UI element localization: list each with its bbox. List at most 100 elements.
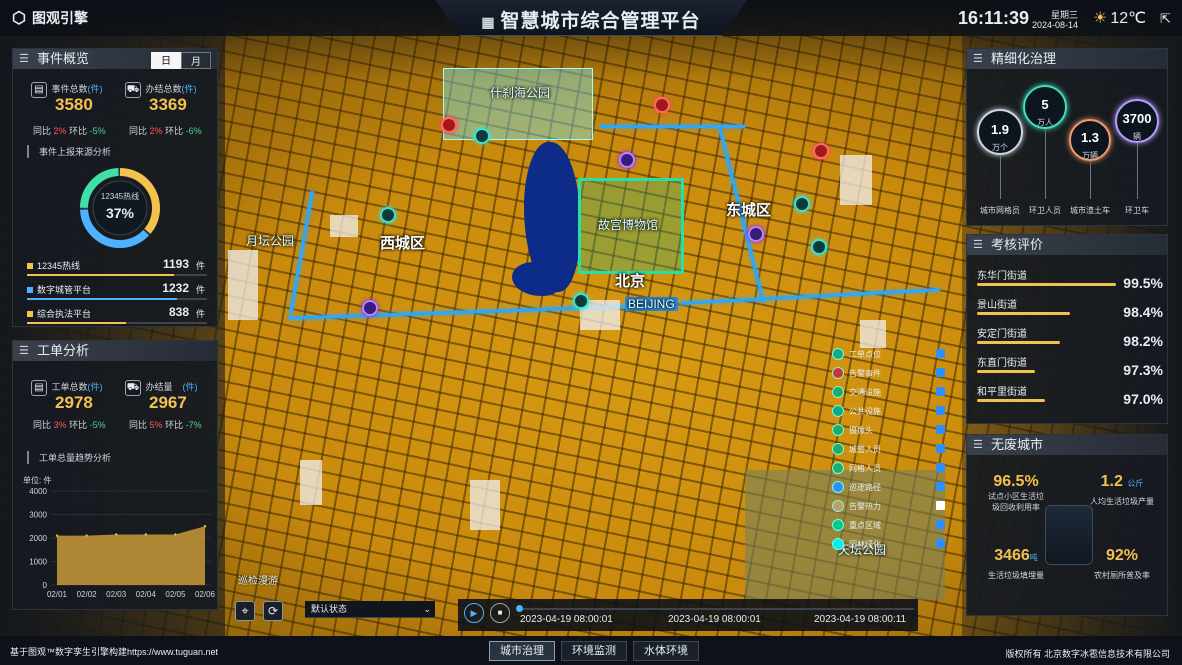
car-icon: ⛟ — [125, 82, 141, 98]
alarm-marker[interactable] — [441, 117, 457, 133]
stat-landfill: 3466吨 生活垃圾填埋量 — [975, 547, 1057, 581]
map-marker[interactable] — [811, 239, 827, 255]
state-select[interactable]: 默认状态 ⌄ — [305, 601, 435, 618]
per-capita-unit: 公斤 — [1127, 479, 1144, 488]
map-marker[interactable] — [474, 128, 490, 144]
assessment-title: 考核评价 — [991, 237, 1044, 252]
zerowaste-panel: 无废城市 96.5% 试点小区生活垃 圾回收利用率 1.2 公斤 人均生活垃圾产… — [966, 434, 1168, 616]
play-button[interactable]: ▶ — [464, 603, 484, 623]
date: 2024-08-14 — [1032, 20, 1079, 30]
layer-checkbox[interactable] — [936, 349, 945, 358]
layer-checkbox[interactable] — [936, 425, 945, 434]
layer-checkbox[interactable] — [936, 387, 945, 396]
crosshair-icon: ⌖ — [241, 603, 249, 618]
layer-item[interactable]: 告警事件 — [832, 367, 881, 379]
events-tabs: 日 月 — [151, 52, 211, 69]
patrol-label[interactable]: 巡检漫游 — [238, 572, 278, 587]
map-label-yuetan: 月坛公园 — [246, 234, 295, 248]
map-marker[interactable] — [573, 293, 589, 309]
events-total-label: 事件总数 — [51, 84, 88, 94]
x-tick-label: 02/06 — [195, 590, 215, 599]
layer-checkbox[interactable] — [936, 482, 945, 491]
layer-label: 工单点位 — [849, 349, 881, 359]
tab-environment[interactable]: 环境监测 — [561, 641, 627, 661]
rotate-button[interactable]: ⟳ — [263, 601, 283, 621]
timeline-handle[interactable] — [516, 605, 523, 612]
bubble-unit: 万个 — [992, 143, 1008, 152]
assessment-value: 97.0% — [1123, 391, 1163, 407]
source-row: 数字城管平台 1232 件 — [27, 281, 207, 303]
stat-recycle-rate: 96.5% 试点小区生活垃 圾回收利用率 — [975, 473, 1057, 513]
mom-value: -6% — [185, 126, 202, 136]
map-marker[interactable] — [380, 207, 396, 223]
y-tick-label: 0 — [43, 581, 48, 590]
x-tick-label: 02/02 — [77, 590, 98, 599]
landfill-unit: 吨 — [1029, 553, 1038, 562]
sun-icon: ☀ — [1093, 10, 1108, 27]
recycle-rate-value: 96.5% — [993, 473, 1039, 490]
layer-checkbox[interactable] — [936, 520, 945, 529]
tab-city-governance[interactable]: 城市治理 — [489, 641, 555, 661]
mom-value: -5% — [89, 126, 106, 136]
toilet-rate-label: 农村厕所普及率 — [1094, 571, 1150, 580]
events-done-value: 3369 — [149, 95, 187, 114]
assessment-name: 东华门街道 — [977, 271, 1027, 282]
mom-label: 环比 — [69, 420, 88, 430]
document-icon: ▤ — [31, 380, 47, 396]
layer-label: 摄像头 — [849, 425, 873, 435]
layer-checkbox[interactable] — [936, 463, 945, 472]
map-marker[interactable] — [794, 196, 810, 212]
layer-checkbox[interactable] — [936, 406, 945, 415]
yoy-value: 2% — [53, 126, 67, 136]
per-capita-label: 人均生活垃圾产量 — [1090, 497, 1154, 506]
stop-button[interactable]: ■ — [490, 603, 510, 623]
road — [680, 288, 940, 305]
facility-marker[interactable] — [362, 300, 378, 316]
layer-item[interactable]: 摄像头 — [832, 424, 873, 436]
external-link-icon[interactable]: ⇱ — [1160, 11, 1171, 27]
facility-marker[interactable] — [748, 226, 764, 242]
layer-item[interactable]: 巡逻路径 — [832, 481, 881, 493]
bubble-stem — [1090, 161, 1091, 199]
data-point — [55, 534, 59, 537]
layer-item[interactable]: 网格人员 — [832, 462, 881, 474]
workorder-total-compare: 同比 3% 环比 -5% — [33, 418, 106, 431]
workorder-done-label: 办结量 — [145, 382, 173, 392]
donut-percent: 37% — [105, 205, 135, 221]
layer-item[interactable]: 重点区域 — [832, 519, 881, 531]
locate-button[interactable]: ⌖ — [235, 601, 255, 621]
layer-item[interactable]: 告警热力 — [832, 500, 881, 512]
source-name: 综合执法平台 — [37, 309, 92, 319]
timeline-track[interactable] — [518, 608, 914, 610]
alarm-marker[interactable] — [813, 143, 829, 159]
lake-south — [512, 262, 562, 296]
layer-item[interactable]: 园林绿化 — [832, 538, 881, 550]
footer-right: 版权所有 北京数字冰雹信息技术有限公司 — [1005, 649, 1170, 659]
assessment-bar — [977, 341, 1060, 344]
layer-checkbox[interactable] — [936, 368, 945, 377]
layer-checkbox[interactable] — [936, 444, 945, 453]
layer-checkbox[interactable] — [936, 539, 945, 548]
tab-day[interactable]: 日 — [151, 52, 181, 69]
tab-water[interactable]: 水体环境 — [633, 641, 699, 661]
events-panel: 事件概览 日 月 ▤ 事件总数(件) 3580 ⛟ 办结总数(件) 3369 同… — [12, 48, 218, 327]
yoy-value: 5% — [149, 420, 163, 430]
layer-item[interactable]: 公共设施 — [832, 405, 881, 417]
layer-item[interactable]: 工单点位 — [832, 348, 881, 360]
source-unit: 件 — [195, 309, 205, 319]
zerowaste-panel-header: 无废城市 — [967, 435, 1167, 455]
tab-month[interactable]: 月 — [181, 52, 211, 69]
temperature: 12℃ — [1110, 10, 1147, 27]
facility-marker[interactable] — [619, 152, 635, 168]
layer-checkbox[interactable] — [936, 501, 945, 510]
yoy-value: 3% — [53, 420, 67, 430]
yoy-label: 同比 — [33, 126, 52, 136]
donut-label: 12345热线 — [100, 192, 140, 201]
layer-item[interactable]: 城管人员 — [832, 443, 881, 455]
page-title: ▦ 智慧城市综合管理平台 — [435, 6, 747, 33]
source-row: 12345热线 1193 件 — [27, 257, 207, 279]
workorder-panel-header: 工单分析 — [13, 341, 217, 361]
events-title: 事件概览 — [37, 51, 90, 66]
layer-item[interactable]: 交通设施 — [832, 386, 881, 398]
alarm-marker[interactable] — [654, 97, 670, 113]
